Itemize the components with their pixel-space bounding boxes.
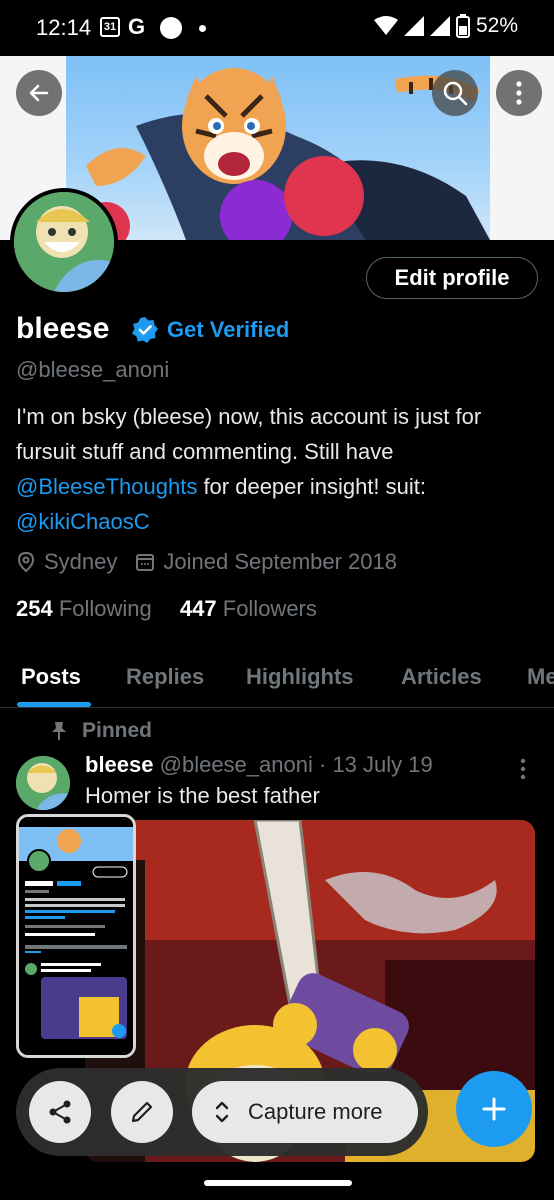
share-icon	[49, 1100, 71, 1124]
follow-stats: 254 Following 447 Followers	[16, 596, 317, 622]
profile-joined-date: Joined September 2018	[163, 549, 398, 574]
following-label: Following	[58, 596, 152, 621]
calendar-icon	[135, 552, 155, 572]
following-count: 254	[16, 596, 53, 621]
profile-avatar[interactable]	[10, 188, 118, 296]
google-icon: G	[128, 14, 146, 39]
profile-location: Sydney	[44, 549, 118, 574]
post-avatar-image	[16, 756, 70, 810]
screenshot-preview-image	[19, 817, 133, 1055]
post-separator: ·	[318, 752, 327, 777]
bio-text: I'm on bsky (bleese) now, this account i…	[16, 404, 482, 464]
banner-illustration	[82, 68, 490, 240]
screenshot-preview-thumbnail[interactable]	[16, 814, 136, 1058]
search-icon	[443, 81, 468, 106]
active-tab-indicator	[17, 702, 91, 707]
verified-badge-icon	[132, 317, 158, 343]
expand-vertical-icon	[215, 1101, 229, 1123]
capture-more-button[interactable]: Capture more	[192, 1081, 418, 1143]
get-verified-link[interactable]: Get Verified	[167, 317, 289, 343]
pinned-indicator: Pinned	[50, 719, 152, 743]
screenshot-toolbar: Capture more	[16, 1068, 428, 1156]
post-more-icon[interactable]	[520, 758, 526, 780]
avatar-image	[14, 192, 114, 292]
notification-circle-icon	[160, 17, 182, 39]
back-button[interactable]	[16, 70, 62, 116]
home-indicator[interactable]	[204, 1180, 352, 1186]
calendar-icon: 31	[100, 17, 120, 37]
bio-mention-link[interactable]: @kikiChaosC	[16, 509, 150, 534]
compose-post-button[interactable]	[456, 1071, 532, 1147]
followers-label: Followers	[222, 596, 317, 621]
signal-icon	[403, 16, 424, 36]
battery-percent: 52%	[475, 14, 518, 37]
post-date[interactable]: 13 July 19	[332, 752, 432, 777]
bio-mention-link[interactable]: @BleeseThoughts	[16, 474, 197, 499]
search-button[interactable]	[432, 70, 478, 116]
tab-replies[interactable]: Replies	[126, 664, 204, 690]
share-button[interactable]	[29, 1081, 91, 1143]
post-header: bleese @bleese_anoni · 13 July 19	[85, 752, 433, 778]
tab-media[interactable]: Me	[527, 664, 554, 690]
following-link[interactable]: 254 Following	[16, 596, 152, 621]
profile-tabs: Posts Replies Highlights Articles Me	[0, 650, 554, 708]
capture-more-label: Capture more	[248, 1099, 383, 1124]
status-indicators: 52%	[373, 14, 518, 38]
location-pin-icon	[16, 551, 36, 573]
edit-screenshot-button[interactable]	[111, 1081, 173, 1143]
plus-icon	[482, 1097, 506, 1121]
post-author-name[interactable]: bleese	[85, 752, 154, 777]
notification-dot-icon	[199, 25, 206, 32]
battery-icon	[455, 14, 470, 38]
banner-artwork	[66, 56, 490, 240]
followers-count: 447	[179, 596, 217, 621]
tab-articles[interactable]: Articles	[401, 664, 482, 690]
tab-posts[interactable]: Posts	[21, 664, 81, 690]
status-bar: 12:14 31 G 52%	[0, 0, 554, 56]
status-time: 12:14	[36, 15, 92, 40]
signal-icon	[429, 16, 450, 36]
more-vertical-icon	[516, 81, 522, 105]
wifi-icon	[373, 16, 398, 35]
post-author-avatar[interactable]	[16, 756, 70, 810]
bio-text: for deeper insight! suit:	[197, 474, 427, 499]
profile-meta: Sydney Joined September 2018	[16, 549, 397, 575]
post-author-handle: @bleese_anoni	[159, 752, 313, 777]
back-arrow-icon	[29, 84, 49, 102]
post-text: Homer is the best father	[85, 783, 320, 808]
profile-display-name: bleese	[16, 312, 110, 345]
more-options-button[interactable]	[496, 70, 542, 116]
followers-link[interactable]: 447 Followers	[180, 596, 317, 621]
pencil-icon	[131, 1101, 153, 1123]
pin-icon	[52, 722, 66, 740]
tab-highlights[interactable]: Highlights	[246, 664, 354, 690]
profile-handle: @bleese_anoni	[16, 357, 170, 382]
pinned-label: Pinned	[82, 719, 153, 742]
profile-bio: I'm on bsky (bleese) now, this account i…	[16, 399, 538, 539]
edit-profile-button[interactable]: Edit profile	[366, 257, 538, 299]
